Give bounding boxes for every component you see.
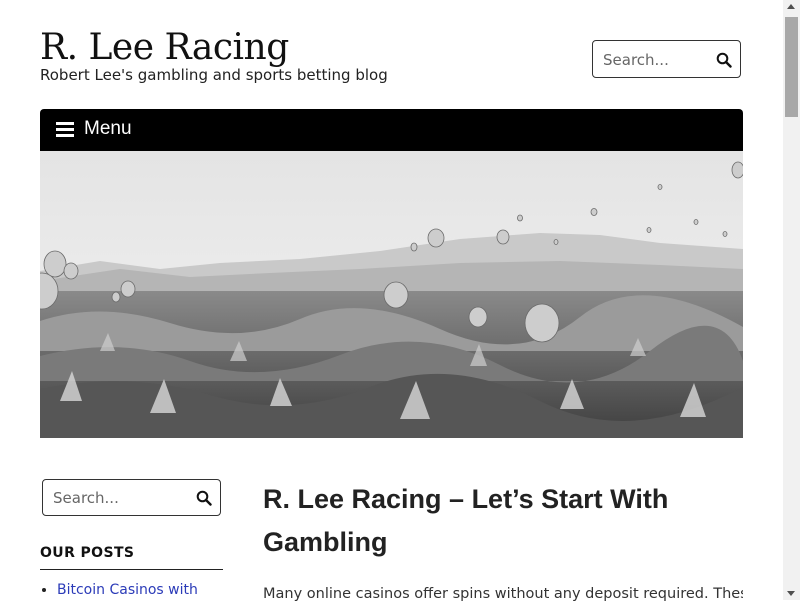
scrollbar-thumb[interactable] bbox=[785, 17, 798, 117]
sidebar-search-input[interactable]: Search... bbox=[53, 489, 119, 507]
site-tagline: Robert Lee's gambling and sports betting… bbox=[40, 66, 388, 84]
hot-air-balloons-landscape-image bbox=[40, 151, 743, 438]
hamburger-menu-icon[interactable] bbox=[56, 122, 74, 137]
posts-list: Bitcoin Casinos with bbox=[40, 582, 198, 598]
vertical-scrollbar[interactable] bbox=[783, 0, 800, 600]
search-icon[interactable] bbox=[716, 52, 732, 72]
post-link[interactable]: Bitcoin Casinos with bbox=[57, 582, 198, 598]
list-item: Bitcoin Casinos with bbox=[57, 582, 198, 598]
header-image bbox=[40, 151, 743, 438]
header-search-input[interactable]: Search... bbox=[603, 51, 669, 69]
scroll-down-arrow-icon[interactable] bbox=[787, 591, 795, 596]
sidebar-search-form[interactable]: Search... bbox=[42, 479, 221, 516]
post-title[interactable]: R. Lee Racing – Let’s Start With Gamblin… bbox=[263, 478, 733, 564]
scroll-up-arrow-icon[interactable] bbox=[787, 4, 795, 9]
post-excerpt: Many online casinos offer spins without … bbox=[263, 586, 743, 602]
main-navigation: Menu bbox=[40, 109, 743, 151]
header-search-form[interactable]: Search... bbox=[592, 40, 741, 78]
menu-toggle-button[interactable]: Menu bbox=[84, 118, 132, 140]
search-icon[interactable] bbox=[196, 490, 212, 510]
widget-title-our-posts: OUR POSTS bbox=[40, 545, 223, 570]
site-title[interactable]: R. Lee Racing bbox=[40, 26, 289, 70]
